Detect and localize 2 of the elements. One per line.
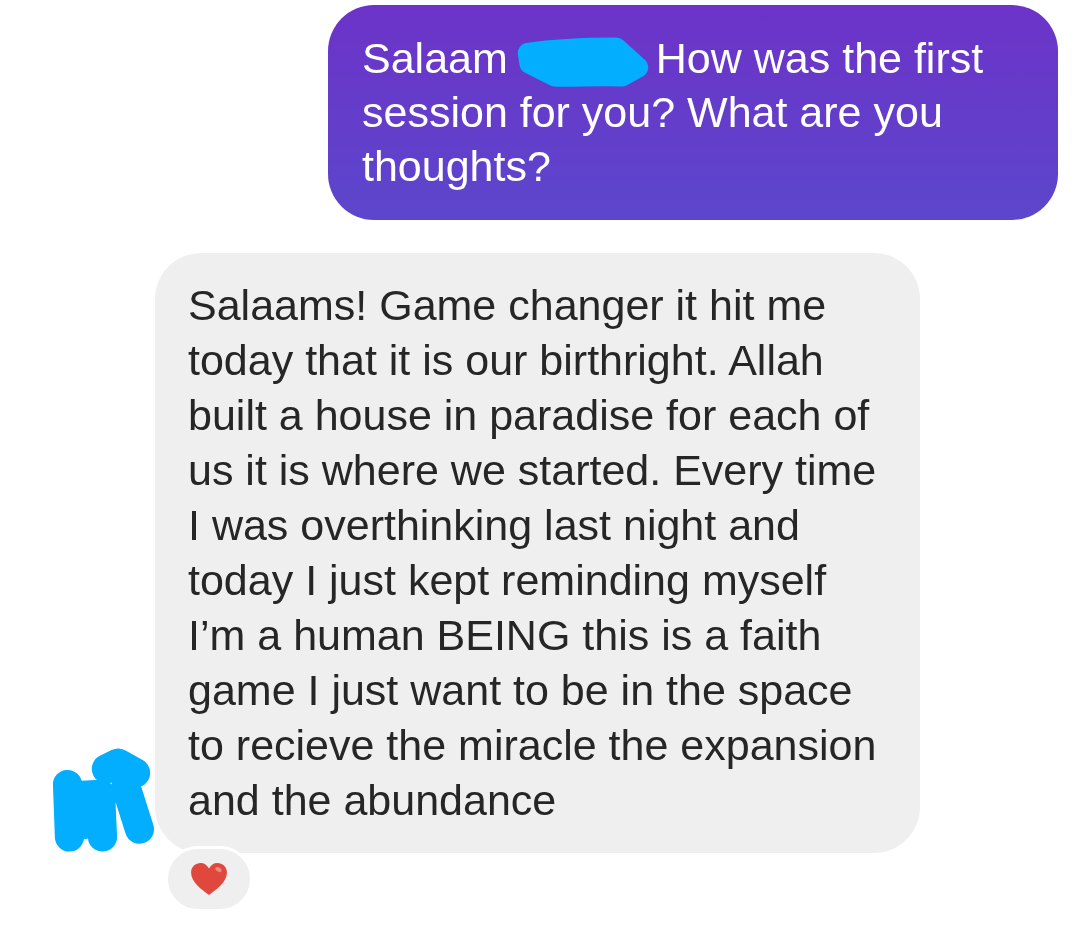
message-text: Salaam How was the first session for you? What are you thoughts? [362, 33, 985, 192]
message-text: Salaams! Game changer it hit me today that it is our birthright. Allah built a house in paradise for each of us it is where we started. Every time I was overthinking last night and today I just kept reminding myself I’m a human BEING this is a faith game I just want to be in the space to recieve the miracle the expansion and the abundance [188, 280, 878, 826]
